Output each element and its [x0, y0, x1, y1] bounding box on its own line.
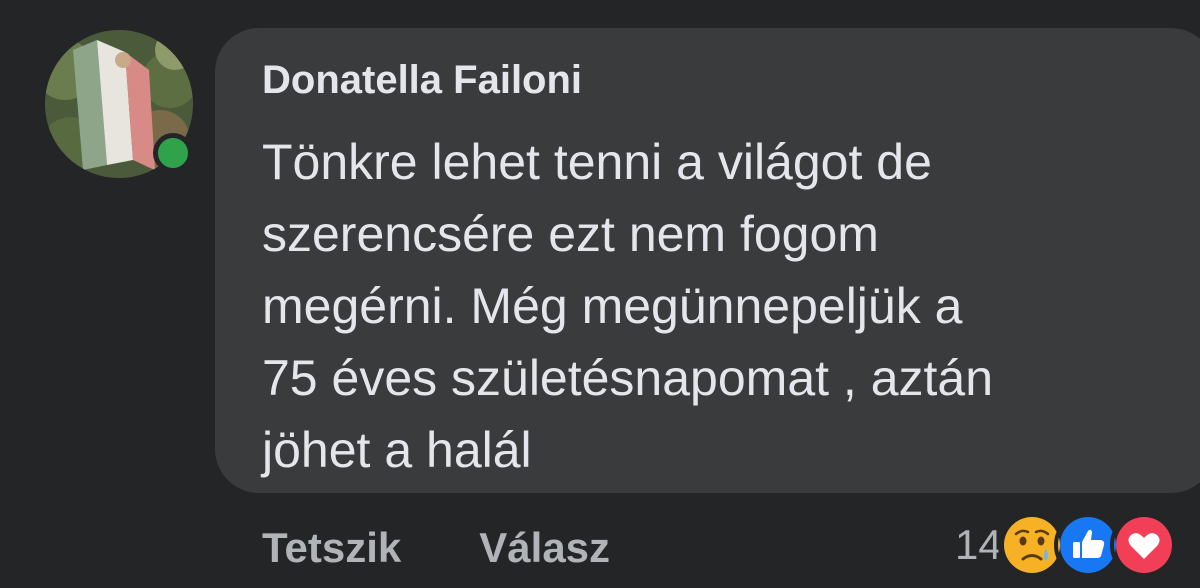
like-action-button[interactable]: Tetszik	[262, 524, 401, 572]
comment-text: Tönkre lehet tenni a világot de szerencs…	[262, 134, 994, 478]
reactions-summary[interactable]: 14	[955, 510, 1178, 580]
reply-action-button[interactable]: Válasz	[479, 524, 610, 572]
love-icon	[1109, 511, 1178, 579]
comment-author[interactable]: Donatella Failoni	[262, 58, 582, 103]
online-status-indicator	[153, 133, 193, 173]
comment-actions: Tetszik Válasz	[262, 520, 688, 576]
reaction-count: 14	[955, 521, 1002, 568]
comment-bubble: Donatella Failoni Tönkre lehet tenni a v…	[215, 28, 1200, 493]
